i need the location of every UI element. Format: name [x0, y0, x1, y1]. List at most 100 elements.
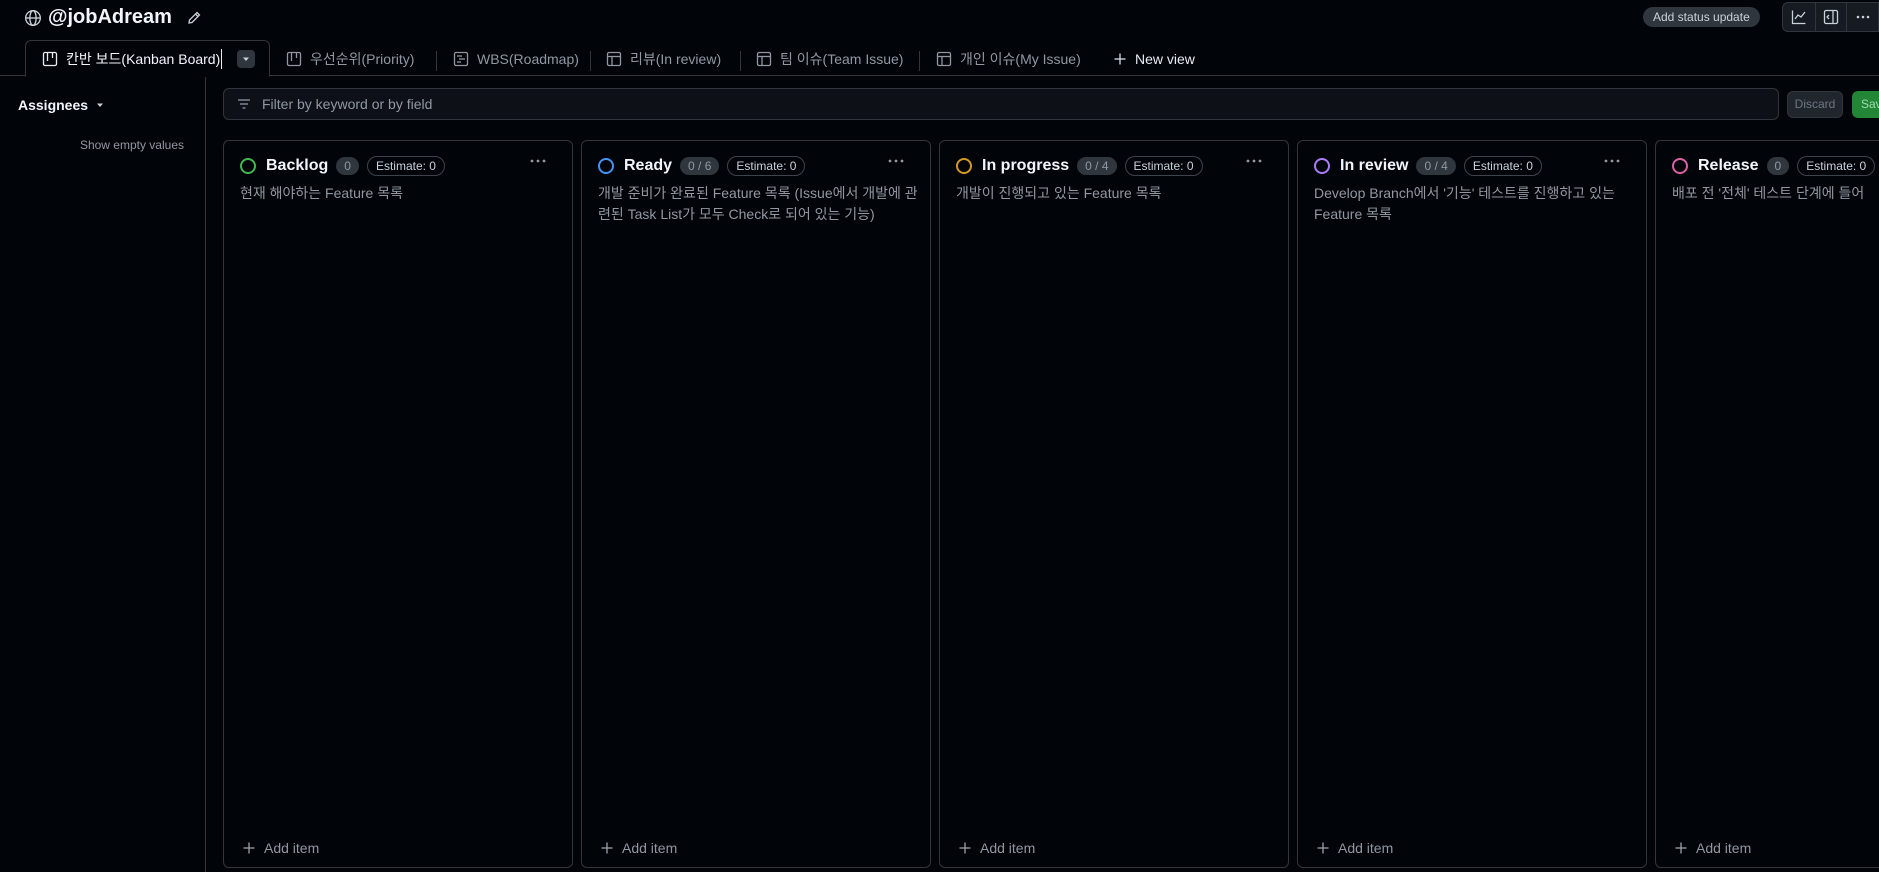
item-count-badge: 0: [1766, 157, 1790, 175]
add-item-button[interactable]: Add item: [958, 840, 1035, 856]
side-panel-button[interactable]: [1814, 3, 1847, 31]
add-item-label: Add item: [1338, 840, 1394, 856]
new-view-label: New view: [1135, 51, 1195, 67]
tab-label: 리뷰(In review): [630, 51, 722, 67]
plus-icon: [601, 842, 613, 854]
tab-label: WBS(Roadmap): [477, 51, 579, 67]
estimate-badge: Estimate: 0: [1124, 156, 1203, 176]
board-column-backlog: Backlog 0 Estimate: 0 현재 해야하는 Feature 목록…: [223, 140, 573, 868]
column-description: 개발이 진행되고 있는 Feature 목록: [956, 185, 1162, 201]
header-actions: [1782, 2, 1879, 32]
insights-button[interactable]: [1783, 3, 1815, 31]
tab-priority[interactable]: 우선순위(Priority): [286, 42, 414, 76]
board-column-in-review: In review 0 / 4 Estimate: 0 Develop Bran…: [1297, 140, 1647, 868]
tab-team-issue[interactable]: 팀 이슈(Team Issue): [756, 42, 903, 76]
estimate-badge: Estimate: 0: [1463, 156, 1542, 176]
new-view-button[interactable]: New view: [1113, 42, 1195, 76]
column-title: Backlog: [266, 157, 329, 174]
column-header: Ready 0 / 6 Estimate: 0: [598, 156, 806, 176]
board-icon: [42, 51, 58, 66]
add-item-button[interactable]: Add item: [1674, 840, 1751, 856]
project-header: @jobAdream Add status update: [0, 0, 1879, 36]
column-header: In progress 0 / 4 Estimate: 0: [956, 156, 1203, 176]
column-title: Release: [1698, 157, 1759, 174]
item-count-badge: 0 / 4: [1416, 157, 1456, 175]
tab-my-issue[interactable]: 개인 이슈(My Issue): [936, 42, 1081, 76]
filter-icon: [238, 99, 250, 109]
sidebar: Assignees Show empty values: [0, 77, 206, 872]
board-icon: [286, 51, 302, 67]
estimate-badge: Estimate: 0: [1797, 156, 1876, 176]
plus-icon: [1317, 842, 1329, 854]
tab-label: 팀 이슈(Team Issue): [780, 51, 904, 67]
add-item-button[interactable]: Add item: [242, 840, 319, 856]
tab-label: 우선순위(Priority): [310, 51, 415, 67]
table-icon: [756, 51, 772, 67]
sidebar-expand-icon: [1823, 9, 1839, 25]
add-item-button[interactable]: Add item: [1316, 840, 1393, 856]
add-status-update-button[interactable]: Add status update: [1643, 7, 1760, 27]
add-item-button[interactable]: Add item: [600, 840, 677, 856]
tab-divider: [740, 51, 741, 71]
board-column-release: Release 0 Estimate: 0 배포 전 '전체' 테스트 단계에 …: [1655, 140, 1879, 868]
column-header: Release 0 Estimate: 0: [1672, 156, 1876, 176]
tab-in-review[interactable]: 리뷰(In review): [606, 42, 721, 76]
graph-icon: [1791, 10, 1806, 25]
add-item-label: Add item: [980, 840, 1036, 856]
column-menu-kebab-icon[interactable]: [528, 153, 548, 169]
board-column-ready: Ready 0 / 6 Estimate: 0 개발 준비가 완료된 Featu…: [581, 140, 931, 868]
estimate-badge: Estimate: 0: [366, 156, 445, 176]
status-circle-icon: [1672, 158, 1688, 174]
show-empty-values-toggle[interactable]: Show empty values: [80, 138, 184, 152]
column-menu-kebab-icon[interactable]: [1602, 153, 1622, 169]
filter-bar: [223, 88, 1779, 120]
pencil-icon[interactable]: [186, 10, 202, 26]
tab-divider: [919, 51, 920, 71]
kebab-horizontal-icon: [1856, 15, 1869, 19]
add-item-label: Add item: [264, 840, 320, 856]
column-title: In review: [1340, 157, 1409, 174]
tab-wbs-roadmap[interactable]: WBS(Roadmap): [453, 42, 579, 76]
tab-divider: [590, 51, 591, 71]
tab-label: 개인 이슈(My Issue): [960, 51, 1081, 67]
view-options-dropdown[interactable]: [237, 50, 255, 68]
item-count-badge: 0: [336, 157, 359, 175]
filter-input[interactable]: [262, 96, 1662, 112]
kanban-board: Backlog 0 Estimate: 0 현재 해야하는 Feature 목록…: [223, 140, 1879, 872]
column-title: Ready: [624, 157, 673, 174]
status-circle-icon: [598, 158, 614, 174]
column-header: Backlog 0 Estimate: 0: [240, 156, 445, 176]
triangle-down-icon: [97, 103, 104, 107]
save-button[interactable]: Save: [1852, 91, 1879, 118]
group-by-label: Assignees: [18, 97, 89, 113]
view-tabs: 칸반 보드(Kanban Board) 우선순위(Priority) WBS(R…: [0, 36, 1879, 77]
plus-icon: [1675, 842, 1687, 854]
tab-label: 칸반 보드(Kanban Board): [66, 48, 223, 69]
column-header: In review 0 / 4 Estimate: 0: [1314, 156, 1542, 176]
column-menu-kebab-icon[interactable]: [1244, 153, 1264, 169]
globe-icon: [25, 9, 41, 26]
project-title: @jobAdream: [48, 6, 172, 28]
column-description: 배포 전 '전체' 테스트 단계에 들어: [1672, 185, 1865, 201]
more-options-button[interactable]: [1846, 3, 1878, 31]
column-description: Develop Branch에서 '기능' 테스트를 진행하고 있는 Featu…: [1314, 185, 1615, 222]
group-by-assignees-dropdown[interactable]: Assignees: [18, 97, 104, 113]
triangle-down-icon: [243, 57, 249, 61]
discard-button[interactable]: Discard: [1787, 91, 1843, 118]
plus-icon: [959, 842, 971, 854]
column-menu-kebab-icon[interactable]: [886, 153, 906, 169]
estimate-badge: Estimate: 0: [727, 156, 806, 176]
tab-divider: [436, 51, 437, 71]
plus-icon: [1114, 53, 1126, 65]
board-column-in-progress: In progress 0 / 4 Estimate: 0 개발이 진행되고 있…: [939, 140, 1289, 868]
table-icon: [606, 51, 622, 67]
item-count-badge: 0 / 6: [680, 157, 720, 175]
project-title-group: @jobAdream: [24, 6, 202, 29]
status-circle-icon: [956, 158, 972, 174]
column-description: 현재 해야하는 Feature 목록: [240, 185, 403, 201]
column-title: In progress: [982, 157, 1070, 174]
tab-kanban-board[interactable]: 칸반 보드(Kanban Board): [25, 40, 270, 77]
roadmap-icon: [453, 51, 469, 67]
add-item-label: Add item: [622, 840, 678, 856]
plus-icon: [243, 842, 255, 854]
